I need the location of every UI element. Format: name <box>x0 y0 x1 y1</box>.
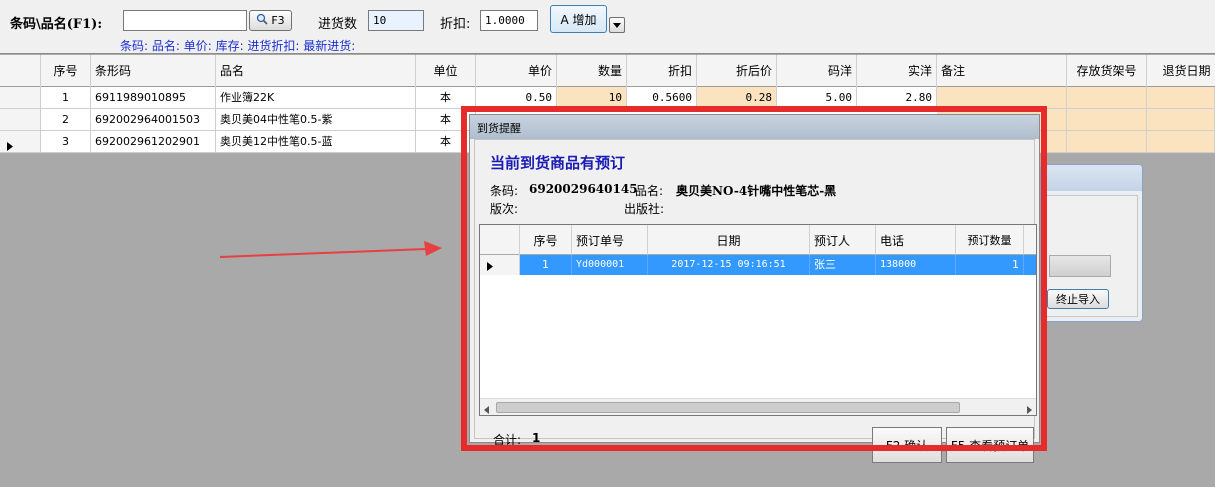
col-header[interactable]: 存放货架号 <box>1067 55 1147 87</box>
col-header[interactable]: 退货日期 <box>1147 55 1215 87</box>
col-header[interactable]: 单价 <box>476 55 557 87</box>
header-corner <box>0 55 41 87</box>
shelf-cell[interactable] <box>1067 109 1147 131</box>
return-date-cell[interactable] <box>1147 131 1215 153</box>
col-header[interactable]: 备注 <box>937 55 1067 87</box>
qty-label: 进货数 <box>318 17 358 32</box>
shelf-cell[interactable] <box>1067 87 1147 109</box>
row-no: 3 <box>41 131 91 153</box>
col-header[interactable]: 单位 <box>416 55 476 87</box>
add-dropdown-button[interactable] <box>609 17 625 33</box>
row-barcode[interactable]: 692002964001503 <box>91 109 216 131</box>
highlight-frame <box>461 106 1047 451</box>
import-dialog-titlebar <box>1041 165 1142 191</box>
chevron-down-icon <box>613 19 621 32</box>
toolbar: 条码\品名(F1): F3 进货数 折扣: A 增加 条码: 品名: 单价: 库… <box>0 0 1215 54</box>
col-header[interactable]: 数量 <box>557 55 627 87</box>
stop-import-button[interactable]: 终止导入 <box>1047 289 1109 309</box>
row-barcode[interactable]: 692002961202901 <box>91 131 216 153</box>
col-header[interactable]: 品名 <box>216 55 416 87</box>
import-dialog: 终止导入 <box>1040 164 1143 322</box>
col-header[interactable]: 序号 <box>41 55 91 87</box>
row-name[interactable]: 奥贝美12中性笔0.5-蓝 <box>216 131 416 153</box>
row-no: 2 <box>41 109 91 131</box>
discount-label: 折扣: <box>440 17 471 32</box>
search-button[interactable]: F3 <box>249 10 292 31</box>
search-button-label: F3 <box>271 14 285 27</box>
annotation-arrow-icon <box>219 241 442 258</box>
row-header-current[interactable] <box>0 131 41 153</box>
col-header[interactable]: 实洋 <box>857 55 937 87</box>
return-date-cell[interactable] <box>1147 87 1215 109</box>
return-date-cell[interactable] <box>1147 109 1215 131</box>
import-progress-bar <box>1049 255 1111 277</box>
qty-input[interactable] <box>368 10 424 31</box>
row-barcode[interactable]: 6911989010895 <box>91 87 216 109</box>
current-row-icon <box>7 137 13 152</box>
add-button[interactable]: A 增加 <box>550 5 607 33</box>
row-header[interactable] <box>0 109 41 131</box>
grid-header: 序号 条形码 品名 单位 单价 数量 折扣 折后价 码洋 实洋 备注 存放货架号… <box>0 55 1215 87</box>
row-no: 1 <box>41 87 91 109</box>
product-info-line: 条码: 品名: 单价: 库存: 进货折扣: 最新进货: <box>120 39 356 53</box>
barcode-label: 条码\品名(F1): <box>10 17 103 32</box>
row-name[interactable]: 奥贝美04中性笔0.5-紫 <box>216 109 416 131</box>
search-icon <box>256 13 268 28</box>
shelf-cell[interactable] <box>1067 131 1147 153</box>
row-name[interactable]: 作业簿22K <box>216 87 416 109</box>
col-header[interactable]: 码洋 <box>777 55 857 87</box>
discount-input[interactable] <box>480 10 538 31</box>
barcode-input[interactable] <box>123 10 247 31</box>
col-header[interactable]: 折后价 <box>697 55 777 87</box>
col-header[interactable]: 条形码 <box>91 55 216 87</box>
row-header[interactable] <box>0 87 41 109</box>
col-header[interactable]: 折扣 <box>627 55 697 87</box>
